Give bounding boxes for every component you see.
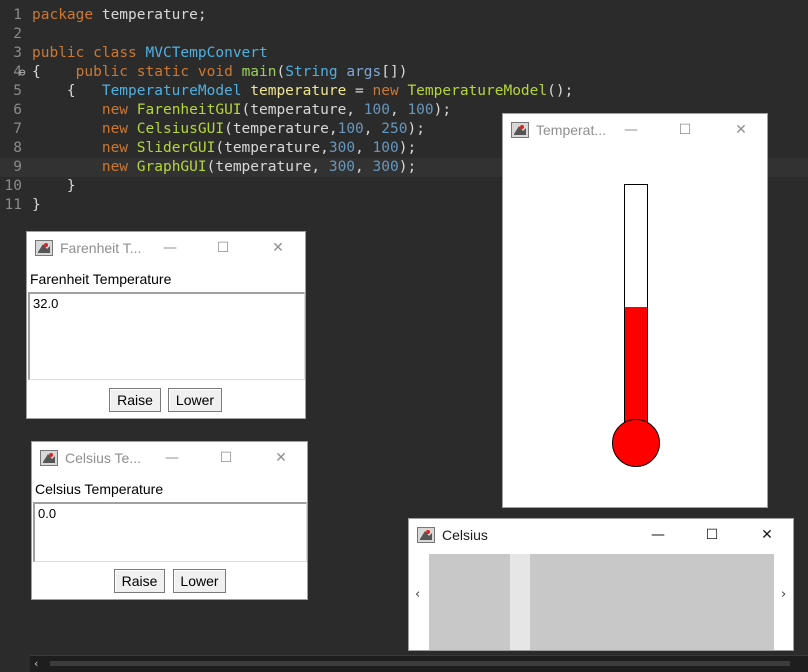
code-line[interactable]: 4 ⊖{ public static void main(String args[…: [0, 63, 808, 82]
line-number: 5: [13, 83, 22, 99]
line-number: 2: [13, 26, 22, 42]
line-number: 1: [13, 7, 22, 23]
celsius-window: Celsius Te... — ☐ ✕ Celsius Temperature …: [31, 441, 308, 600]
java-app-icon: [40, 450, 58, 466]
thermometer-bulb: [612, 419, 660, 467]
line-number: 10: [4, 178, 22, 194]
temperature-scrollbar[interactable]: [429, 554, 774, 650]
code-text: package temperature;: [32, 7, 207, 23]
lower-button[interactable]: Lower: [173, 569, 226, 593]
farenheit-window: Farenheit T... — ☐ ✕ Farenheit Temperatu…: [26, 231, 306, 419]
lower-button[interactable]: Lower: [168, 388, 222, 412]
title-bar[interactable]: Temperat... — ☐ ✕: [503, 114, 767, 146]
code-text: new CelsiusGUI(temperature,100, 250);: [101, 121, 425, 137]
code-line[interactable]: 1 package temperature;: [0, 6, 808, 25]
temperature-label: Farenheit Temperature: [30, 271, 172, 287]
fold-toggle-icon[interactable]: ⊖: [19, 63, 26, 82]
code-text: public class MVCTempConvert: [32, 45, 268, 61]
maximize-icon[interactable]: ☐: [200, 232, 246, 264]
code-line[interactable]: 5 { TemperatureModel temperature = new T…: [0, 82, 808, 101]
maximize-icon[interactable]: ☐: [203, 442, 249, 474]
code-text: new GraphGUI(temperature, 300, 300);: [101, 159, 417, 175]
scroll-left-icon[interactable]: ‹: [34, 657, 38, 670]
line-number: 6: [13, 102, 22, 118]
graph-window: Temperat... — ☐ ✕: [502, 113, 768, 508]
code-text: { public static void main(String args[]): [32, 64, 408, 80]
scrollbar-thumb[interactable]: [50, 661, 790, 666]
minimize-icon[interactable]: —: [608, 114, 654, 146]
scroll-left-arrow-icon[interactable]: ‹: [415, 587, 420, 602]
java-app-icon: [35, 240, 53, 256]
raise-button[interactable]: Raise: [114, 569, 165, 593]
scrollbar-thumb[interactable]: [510, 554, 530, 650]
code-line[interactable]: 2: [0, 25, 808, 44]
code-text: }: [32, 197, 41, 213]
line-number: 8: [13, 140, 22, 156]
close-icon[interactable]: ✕: [718, 114, 764, 146]
temperature-textarea[interactable]: 0.0: [33, 502, 307, 562]
line-number: 9: [13, 159, 22, 175]
line-number: 11: [4, 197, 22, 213]
horizontal-scrollbar[interactable]: ‹: [30, 655, 808, 672]
thermometer-tube: [624, 184, 648, 446]
code-text: new SliderGUI(temperature,300, 100);: [101, 140, 417, 156]
window-title: Celsius Te...: [65, 450, 141, 466]
line-number: 3: [13, 45, 22, 61]
minimize-icon[interactable]: —: [635, 519, 681, 551]
close-icon[interactable]: ✕: [255, 232, 301, 264]
code-text: }: [32, 178, 76, 194]
title-bar[interactable]: Farenheit T... — ☐ ✕: [27, 232, 305, 264]
title-bar[interactable]: Celsius — ☐ ✕: [409, 519, 793, 551]
temperature-textarea[interactable]: 32.0: [28, 292, 305, 380]
line-number: 7: [13, 121, 22, 137]
slider-window: Celsius — ☐ ✕ ‹ ›: [408, 518, 794, 651]
java-app-icon: [511, 122, 529, 138]
close-icon[interactable]: ✕: [744, 519, 790, 551]
maximize-icon[interactable]: ☐: [689, 519, 735, 551]
close-icon[interactable]: ✕: [258, 442, 304, 474]
window-title: Celsius: [442, 527, 488, 543]
java-app-icon: [417, 527, 435, 543]
raise-button[interactable]: Raise: [109, 388, 161, 412]
minimize-icon[interactable]: —: [147, 232, 193, 264]
code-text: { TemperatureModel temperature = new Tem…: [32, 83, 574, 99]
minimize-icon[interactable]: —: [149, 442, 195, 474]
window-title: Farenheit T...: [60, 240, 142, 256]
code-line[interactable]: 3 public class MVCTempConvert: [0, 44, 808, 63]
scroll-right-arrow-icon[interactable]: ›: [781, 587, 786, 602]
title-bar[interactable]: Celsius Te... — ☐ ✕: [32, 442, 307, 474]
window-title: Temperat...: [536, 122, 607, 138]
maximize-icon[interactable]: ☐: [662, 114, 708, 146]
temperature-label: Celsius Temperature: [35, 481, 164, 497]
code-text: new FarenheitGUI(temperature, 100, 100);: [101, 102, 452, 118]
